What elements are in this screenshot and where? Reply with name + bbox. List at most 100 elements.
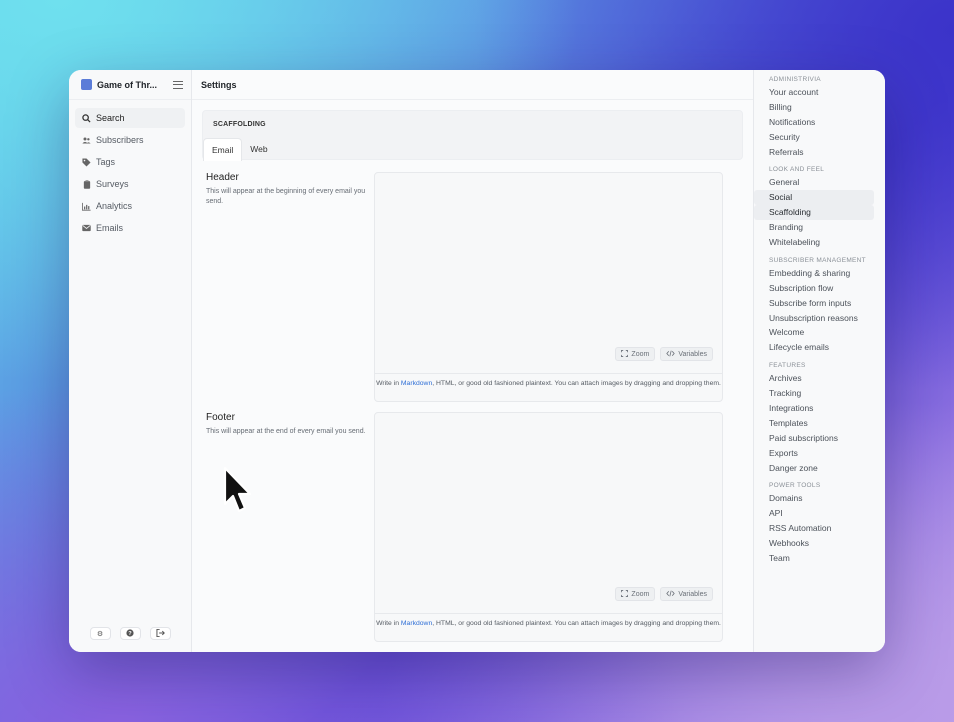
hint-prefix: Write in	[376, 620, 401, 627]
settings-group-label: LOOK AND FEEL	[769, 166, 825, 174]
editor-hint: Write in Markdown, HTML, or good old fas…	[375, 373, 722, 388]
sidebar-item-tags[interactable]: Tags	[75, 152, 185, 172]
sidebar: Game of Thr... Search Subscribers Tags S…	[69, 70, 192, 652]
zoom-button[interactable]: Zoom	[615, 347, 656, 361]
settings-item-api[interactable]: API	[754, 506, 874, 521]
settings-item-unsubscription-reasons[interactable]: Unsubscription reasons	[754, 311, 874, 326]
chart-icon	[82, 202, 91, 211]
editor-toolbar: Zoom Variables	[615, 347, 713, 361]
settings-item-domains[interactable]: Domains	[754, 491, 874, 506]
settings-item-social[interactable]: Social	[754, 190, 874, 206]
sidebar-item-label: Analytics	[96, 201, 133, 211]
settings-group-label: FEATURES	[769, 362, 806, 370]
sidebar-item-label: Search	[96, 113, 125, 123]
sidebar-item-label: Tags	[96, 157, 116, 167]
section-header: SCAFFOLDING Email Web	[202, 110, 743, 161]
top-bar: Settings	[192, 70, 753, 100]
settings-item-webhooks[interactable]: Webhooks	[754, 536, 874, 551]
search-icon	[82, 113, 91, 123]
clipboard-icon	[82, 179, 91, 189]
markdown-link[interactable]: Markdown	[401, 380, 432, 387]
sidebar-item-search[interactable]: Search	[75, 108, 185, 128]
settings-item-danger-zone[interactable]: Danger zone	[754, 461, 874, 476]
settings-item-scaffolding[interactable]: Scaffolding	[754, 205, 874, 221]
settings-item-tracking[interactable]: Tracking	[754, 386, 874, 401]
settings-nav: ADMINISTRIVIA Your account Billing Notif…	[754, 70, 885, 652]
settings-item-subscribe-form-inputs[interactable]: Subscribe form inputs	[754, 296, 874, 311]
tag-icon	[82, 157, 91, 167]
zoom-label: Zoom	[631, 350, 650, 358]
users-icon	[82, 136, 91, 145]
header-editor[interactable]: Zoom Variables Write in Markdown, HTML, …	[374, 172, 723, 402]
settings-group-label: POWER TOOLS	[769, 482, 821, 490]
variables-button[interactable]: Variables	[660, 347, 713, 361]
settings-item-security[interactable]: Security	[754, 130, 874, 145]
settings-item-integrations[interactable]: Integrations	[754, 401, 874, 416]
settings-item-branding[interactable]: Branding	[754, 220, 874, 235]
hamburger-menu-icon[interactable]	[173, 80, 183, 89]
footer-field: Footer This will appear at the end of ev…	[202, 412, 743, 642]
mouse-cursor-icon	[223, 466, 252, 513]
settings-item-team[interactable]: Team	[754, 551, 874, 566]
sidebar-item-subscribers[interactable]: Subscribers	[75, 130, 185, 150]
variables-label: Variables	[678, 350, 707, 358]
field-description: This will appear at the end of every ema…	[206, 428, 366, 435]
gear-icon: ⚙	[96, 630, 104, 638]
zoom-label: Zoom	[631, 590, 650, 598]
settings-item-archives[interactable]: Archives	[754, 371, 874, 386]
header-field: Header This will appear at the beginning…	[202, 172, 743, 402]
settings-item-general[interactable]: General	[754, 175, 874, 190]
newsletter-switcher[interactable]: Game of Thr...	[69, 70, 191, 100]
section-title: SCAFFOLDING	[213, 121, 266, 128]
hint-suffix: , HTML, or good old fashioned plaintext.…	[432, 380, 721, 387]
settings-item-whitelabeling[interactable]: Whitelabeling	[754, 235, 874, 250]
settings-item-rss-automation[interactable]: RSS Automation	[754, 521, 874, 536]
settings-item-paid-subscriptions[interactable]: Paid subscriptions	[754, 431, 874, 446]
field-label: Header	[206, 172, 239, 183]
sidebar-item-analytics[interactable]: Analytics	[75, 196, 185, 216]
logout-button[interactable]	[149, 627, 171, 640]
settings-item-embedding[interactable]: Embedding & sharing	[754, 266, 874, 281]
settings-item-templates[interactable]: Templates	[754, 416, 874, 431]
field-description: This will appear at the beginning of eve…	[206, 188, 366, 205]
field-label: Footer	[206, 412, 235, 423]
code-icon	[666, 350, 676, 359]
settings-item-referrals[interactable]: Referrals	[754, 145, 874, 160]
settings-item-your-account[interactable]: Your account	[754, 85, 874, 100]
settings-item-welcome[interactable]: Welcome	[754, 325, 874, 340]
logout-icon	[155, 628, 165, 639]
footer-editor[interactable]: Zoom Variables Write in Markdown, HTML, …	[374, 412, 723, 642]
settings-item-subscription-flow[interactable]: Subscription flow	[754, 281, 874, 296]
editor-hint: Write in Markdown, HTML, or good old fas…	[375, 613, 722, 628]
sidebar-item-surveys[interactable]: Surveys	[75, 174, 185, 194]
sidebar-item-emails[interactable]: Emails	[75, 218, 185, 238]
settings-group-label: SUBSCRIBER MANAGEMENT	[769, 256, 866, 264]
settings-item-lifecycle-emails[interactable]: Lifecycle emails	[754, 340, 874, 355]
settings-button[interactable]: ⚙	[89, 627, 111, 640]
expand-icon	[621, 349, 629, 359]
sidebar-item-label: Surveys	[96, 179, 129, 189]
code-icon	[666, 590, 676, 599]
svg-text:?: ?	[128, 631, 132, 637]
sidebar-nav: Search Subscribers Tags Surveys Analytic…	[69, 100, 191, 248]
newsletter-logo	[81, 79, 92, 90]
settings-group-label: ADMINISTRIVIA	[769, 76, 821, 83]
settings-item-notifications[interactable]: Notifications	[754, 115, 874, 130]
sidebar-item-label: Subscribers	[96, 135, 144, 145]
variables-button[interactable]: Variables	[660, 587, 713, 601]
settings-item-exports[interactable]: Exports	[754, 446, 874, 461]
tab-web[interactable]: Web	[242, 138, 275, 161]
hint-prefix: Write in	[376, 380, 401, 387]
sidebar-footer: ⚙ ?	[69, 627, 191, 640]
zoom-button[interactable]: Zoom	[615, 587, 656, 601]
settings-item-billing[interactable]: Billing	[754, 100, 874, 115]
expand-icon	[621, 589, 629, 599]
tab-bar: Email Web	[203, 138, 276, 161]
app-window: Game of Thr... Search Subscribers Tags S…	[69, 70, 885, 652]
main-content: Settings SCAFFOLDING Email Web Header Th…	[192, 70, 754, 652]
help-button[interactable]: ?	[119, 627, 141, 640]
newsletter-name: Game of Thr...	[97, 79, 158, 90]
sidebar-item-label: Emails	[96, 223, 124, 233]
markdown-link[interactable]: Markdown	[401, 620, 432, 627]
tab-email[interactable]: Email	[203, 138, 243, 161]
